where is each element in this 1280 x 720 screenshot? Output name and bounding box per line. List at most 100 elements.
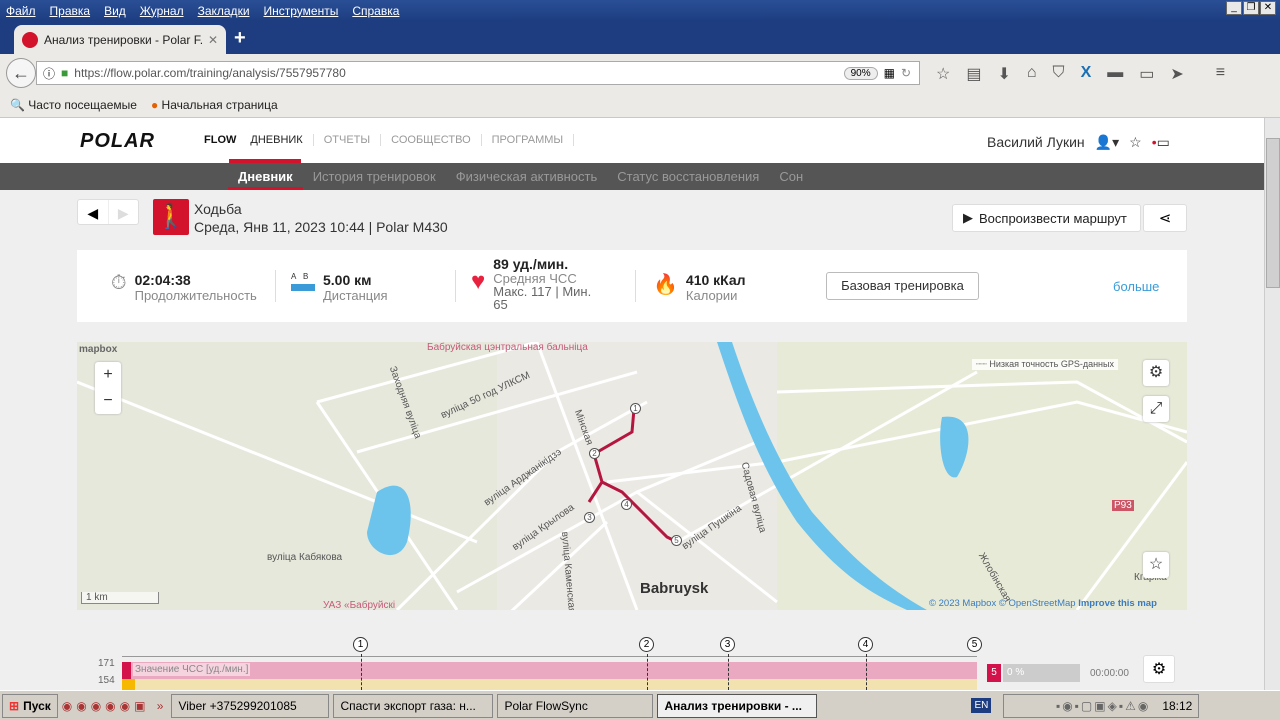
more-link[interactable]: больше xyxy=(1113,279,1159,294)
close-window-button[interactable]: ✕ xyxy=(1260,1,1276,15)
x-extension-icon[interactable]: X xyxy=(1081,64,1092,84)
lap-marker[interactable]: 4 xyxy=(858,637,873,652)
url-text[interactable]: https://flow.polar.com/training/analysis… xyxy=(74,66,837,80)
menu-edit[interactable]: Правка xyxy=(50,4,91,18)
lap-marker[interactable]: 4 xyxy=(621,499,632,510)
lap-marker[interactable]: 3 xyxy=(584,512,595,523)
menu-help[interactable]: Справка xyxy=(352,4,399,18)
reload-icon[interactable]: ↻ xyxy=(901,66,919,80)
info-icon[interactable]: ⓘ xyxy=(43,65,55,82)
previous-button[interactable]: ◀ xyxy=(78,200,108,224)
close-tab-icon[interactable]: ✕ xyxy=(208,33,218,47)
subnav-activity[interactable]: Физическая активность xyxy=(446,163,608,190)
mapbox-link[interactable]: © 2023 Mapbox xyxy=(929,598,996,609)
menu-view[interactable]: Вид xyxy=(104,4,126,18)
tray-icons[interactable]: ▪◉▪▢▣◈▪⚠◉ xyxy=(1056,699,1150,713)
language-indicator[interactable]: EN xyxy=(971,698,992,713)
taskbar-item-viber[interactable]: Viber +375299201085 xyxy=(171,693,330,718)
user-icon[interactable]: 👤▾ xyxy=(1095,134,1119,151)
zoom-level[interactable]: 90% xyxy=(843,66,878,80)
bookmarks-list-icon[interactable]: ▤ xyxy=(966,64,981,84)
menu-tools[interactable]: Инструменты xyxy=(264,4,339,18)
zoom-out-button[interactable]: − xyxy=(95,388,121,414)
favorite-route-button[interactable]: ☆ xyxy=(1143,552,1169,578)
lap-marker[interactable]: 1 xyxy=(353,637,368,652)
download-icon[interactable]: ⬇ xyxy=(997,64,1010,84)
subnav-training-history[interactable]: История тренировок xyxy=(303,163,446,190)
zoom-controls: + − xyxy=(95,362,121,414)
nav-community[interactable]: СООБЩЕСТВО xyxy=(381,134,482,146)
quick-launch-icons[interactable]: ◉◉◉◉◉▣ » xyxy=(62,699,168,713)
route-map[interactable]: mapbox + − Бабруйская цэнтральная бальніц… xyxy=(77,342,1187,610)
lap-marker[interactable]: 2 xyxy=(589,448,600,459)
lap-marker[interactable]: 5 xyxy=(967,637,982,652)
next-button[interactable]: ▶ xyxy=(107,200,139,224)
lap-marker[interactable]: 2 xyxy=(639,637,654,652)
subnav-recovery[interactable]: Статус восстановления xyxy=(607,163,769,190)
flow-label: FLOW xyxy=(204,134,237,146)
back-button[interactable]: ← xyxy=(6,58,36,88)
home-icon[interactable]: ⌂ xyxy=(1027,64,1037,84)
map-settings-button[interactable]: ⚙ xyxy=(1143,360,1169,386)
nav-diary[interactable]: ДНЕВНИК xyxy=(240,134,314,146)
bookmark-start-page[interactable]: ● Начальная страница xyxy=(151,98,278,112)
improve-map-link[interactable]: Improve this map xyxy=(1078,598,1157,609)
lap-line xyxy=(361,654,362,690)
taskbar-item-firefox[interactable]: Анализ тренировки - ... xyxy=(657,693,818,718)
taskbar-item-opera[interactable]: Спасти экспорт газа: н... xyxy=(333,693,494,718)
bookmark-star-icon[interactable]: ☆ xyxy=(936,64,950,84)
flag-icon[interactable]: ▬ xyxy=(1107,64,1123,84)
walking-icon: 🚶 xyxy=(153,199,189,235)
bookmark-most-visited[interactable]: 🔍 Часто посещаемые xyxy=(10,98,137,112)
start-button[interactable]: ⊞ Пуск xyxy=(2,693,58,718)
restore-button[interactable]: ❐ xyxy=(1243,1,1259,15)
series-label: Значение ЧСС [уд./мин.] xyxy=(133,663,251,676)
system-tray: ▪◉▪▢▣◈▪⚠◉ 18:12 xyxy=(1003,693,1200,718)
polar-logo[interactable]: POLAR xyxy=(80,130,155,153)
fullscreen-button[interactable]: ⤢ xyxy=(1143,396,1169,422)
user-menu[interactable]: Василий Лукин 👤▾ ☆ •▭ xyxy=(987,134,1170,151)
user-name[interactable]: Василий Лукин xyxy=(987,134,1085,151)
zoom-in-button[interactable]: + xyxy=(95,362,121,388)
replay-label: Воспроизвести маршрут xyxy=(979,210,1127,226)
y-tick: 171 xyxy=(98,658,115,669)
send-icon[interactable]: ➤ xyxy=(1170,64,1183,84)
browser-tab[interactable]: Анализ тренировки - Polar F... ✕ xyxy=(14,25,226,54)
subnav-diary[interactable]: Дневник xyxy=(228,163,303,190)
taskbar-item-flowsync[interactable]: Polar FlowSync xyxy=(497,693,654,718)
url-bar[interactable]: ⓘ ■ https://flow.polar.com/training/anal… xyxy=(36,61,920,85)
taskbar-label: Polar FlowSync xyxy=(504,698,588,713)
monitor-icon[interactable]: ▭ xyxy=(1139,64,1154,84)
replay-route-button[interactable]: ▶ Воспроизвести маршрут xyxy=(952,204,1141,232)
zone-color-marker xyxy=(122,662,131,679)
scrollbar-thumb[interactable] xyxy=(1266,138,1280,288)
menu-file[interactable]: Файл xyxy=(6,4,36,18)
lap-marker[interactable]: 3 xyxy=(720,637,735,652)
lap-marker[interactable]: 5 xyxy=(671,535,682,546)
base-training-button[interactable]: Базовая тренировка xyxy=(826,272,979,300)
new-tab-button[interactable]: + xyxy=(234,27,246,50)
osm-link[interactable]: © OpenStreetMap xyxy=(999,598,1076,609)
reader-view-icon[interactable]: ▦ xyxy=(884,66,895,80)
separator: | xyxy=(368,219,373,235)
subnav-sleep[interactable]: Сон xyxy=(769,163,813,190)
menu-history[interactable]: Журнал xyxy=(140,4,184,18)
share-button[interactable]: ⋖ xyxy=(1143,204,1187,232)
page-scrollbar[interactable] xyxy=(1264,118,1280,690)
calories-label: Калории xyxy=(685,288,738,303)
pocket-icon[interactable]: ⛉ xyxy=(1053,64,1065,84)
map-attribution: © 2023 Mapbox © OpenStreetMap Improve th… xyxy=(929,598,1157,609)
lap-line xyxy=(866,654,867,690)
hamburger-menu-icon[interactable]: ≡ xyxy=(1216,64,1225,84)
mapbox-logo[interactable]: mapbox xyxy=(79,344,117,355)
road-shield: Р93 xyxy=(1112,500,1134,511)
nav-programs[interactable]: ПРОГРАММЫ xyxy=(482,134,575,146)
chart-settings-button[interactable]: ⚙ xyxy=(1143,655,1175,683)
nav-reports[interactable]: ОТЧЕТЫ xyxy=(314,134,382,146)
minimize-button[interactable]: _ xyxy=(1226,1,1242,15)
lap-line xyxy=(728,654,729,690)
lap-marker[interactable]: 1 xyxy=(630,403,641,414)
menu-bookmarks[interactable]: Закладки xyxy=(198,4,250,18)
favorites-star-icon[interactable]: ☆ xyxy=(1129,134,1142,151)
notifications-icon[interactable]: •▭ xyxy=(1152,134,1170,151)
